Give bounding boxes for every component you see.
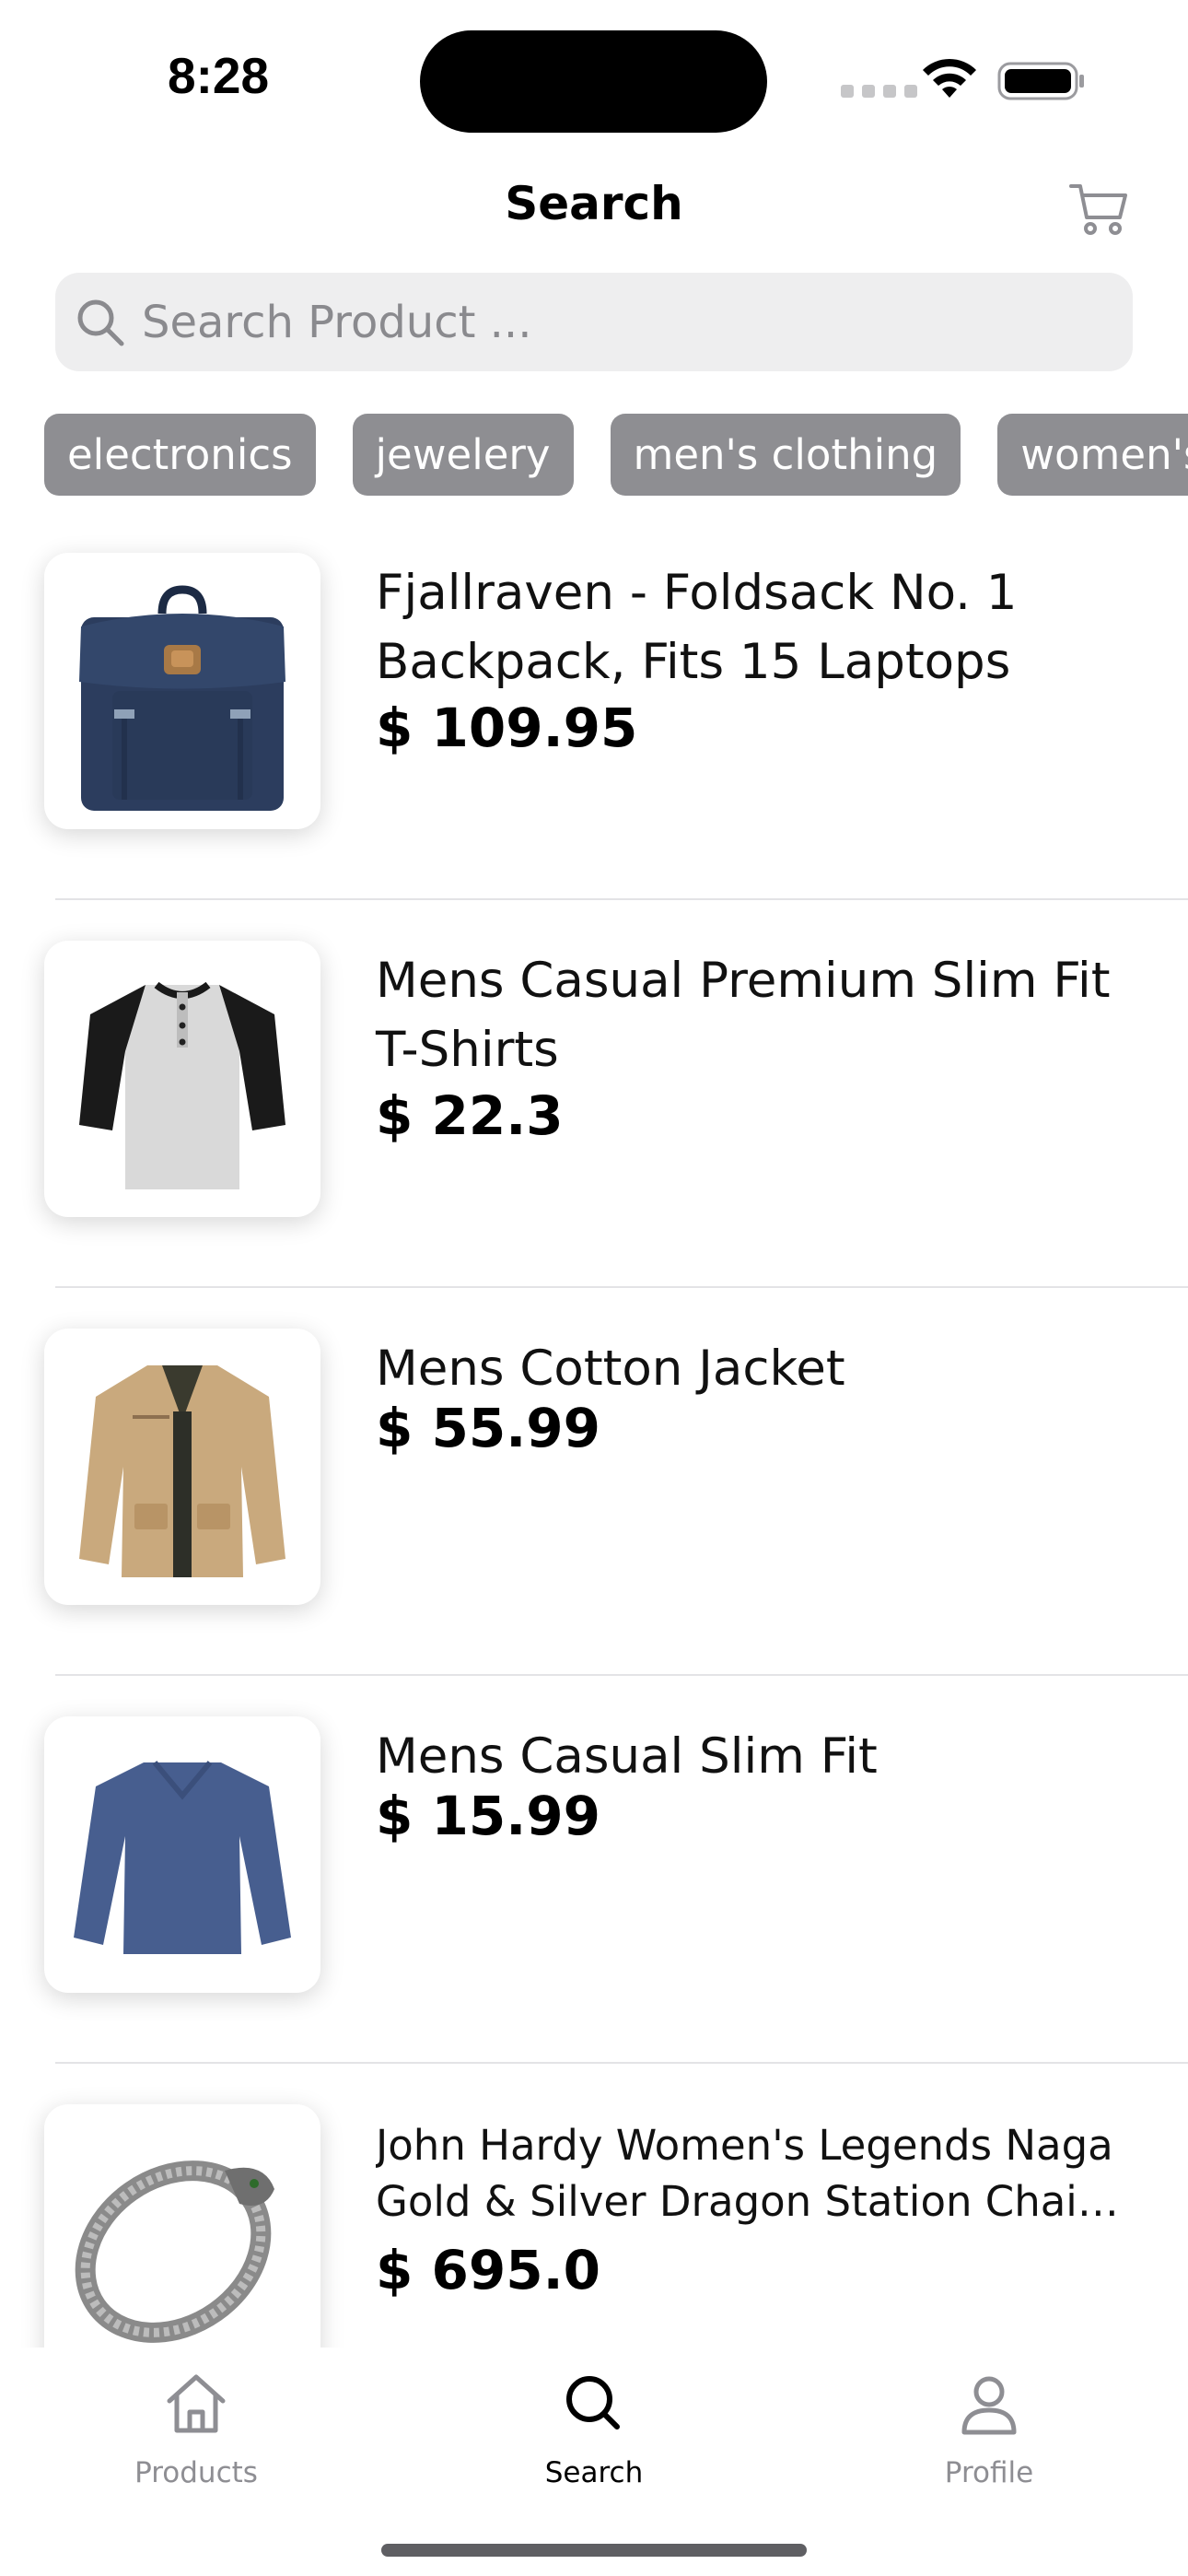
product-price: $ 55.99 <box>376 1397 601 1459</box>
product-row[interactable]: Mens Casual Slim Fit $ 15.99 <box>0 1676 1188 2064</box>
tab-bar: Products Search Profile <box>0 2348 1188 2576</box>
product-image <box>44 1329 320 1605</box>
cellular-signal-icon <box>841 85 917 98</box>
home-indicator[interactable] <box>381 2544 807 2557</box>
product-price: $ 695.0 <box>376 2239 601 2301</box>
status-time: 8:28 <box>168 47 270 104</box>
product-list: Fjallraven - Foldsack No. 1 Backpack, Fi… <box>0 512 1188 2348</box>
product-title: John Hardy Women's Legends Naga Gold & S… <box>376 2117 1149 2230</box>
jacket-image <box>79 1365 285 1577</box>
tab-label: Products <box>134 2456 258 2489</box>
product-price: $ 15.99 <box>376 1785 601 1847</box>
category-chips: electronics jewelery men's clothing women's… <box>44 414 1188 497</box>
product-title: Fjallraven - Foldsack No. 1 Backpack, Fi… <box>376 565 1018 690</box>
product-title: Mens Casual Slim Fit <box>376 1728 878 1785</box>
product-row[interactable]: Fjallraven - Foldsack No. 1 Backpack, Fi… <box>0 512 1188 900</box>
status-bar: 8:28 <box>0 0 1188 157</box>
category-chip-womens-clothing[interactable]: women's clothing <box>997 414 1188 496</box>
page-title: Search <box>505 177 683 230</box>
person-icon <box>961 2376 1017 2435</box>
tab-label: Profile <box>944 2456 1034 2489</box>
product-row[interactable]: John Hardy Women's Legends Naga Gold & S… <box>0 2064 1188 2348</box>
product-image <box>44 1716 320 1993</box>
tab-search[interactable]: Search <box>456 2368 732 2489</box>
product-price: $ 22.3 <box>376 1084 564 1147</box>
product-image <box>44 553 320 829</box>
long-sleeve-shirt-image <box>74 1761 291 1954</box>
home-icon <box>167 2374 226 2433</box>
product-row[interactable]: Mens Casual Premium Slim Fit T-Shirts $ … <box>0 900 1188 1288</box>
product-row[interactable]: Mens Cotton Jacket $ 55.99 <box>0 1288 1188 1676</box>
search-bar[interactable] <box>55 273 1133 371</box>
product-title: Mens Casual Premium Slim Fit T-Shirts <box>376 953 1111 1078</box>
category-chip-jewelery[interactable]: jewelery <box>352 414 574 496</box>
product-image <box>44 2104 320 2348</box>
backpack-image <box>79 585 285 811</box>
wifi-icon <box>923 58 976 98</box>
tab-label: Search <box>544 2456 644 2489</box>
cart-icon[interactable] <box>1068 181 1129 238</box>
search-input[interactable] <box>140 295 1065 349</box>
bracelet-image <box>75 2160 274 2343</box>
product-title-line: Gold & Silver Dragon Station Chain B... <box>376 2177 1140 2226</box>
category-chip-electronics[interactable]: electronics <box>44 414 316 496</box>
battery-icon <box>997 62 1084 100</box>
product-title-line: John Hardy Women's Legends Naga <box>376 2121 1113 2170</box>
category-chip-mens-clothing[interactable]: men's clothing <box>610 414 961 496</box>
search-icon <box>566 2376 620 2430</box>
product-title: Mens Cotton Jacket <box>376 1341 845 1397</box>
product-price: $ 109.95 <box>376 697 638 759</box>
search-icon <box>77 299 124 345</box>
tshirt-image <box>79 981 285 1189</box>
tab-profile[interactable]: Profile <box>851 2368 1127 2489</box>
product-image <box>44 941 320 1217</box>
tab-products[interactable]: Products <box>58 2368 334 2489</box>
dynamic-island <box>420 30 767 133</box>
